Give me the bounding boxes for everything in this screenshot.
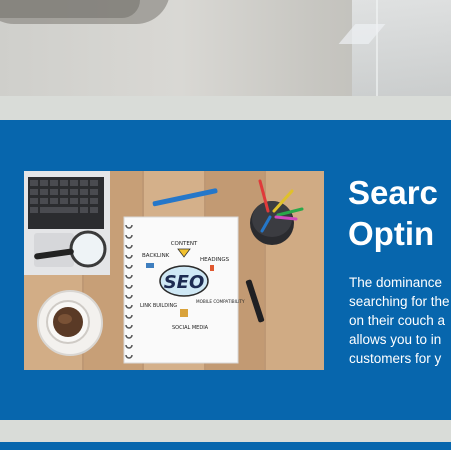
section-body-line-1: The dominance (349, 275, 443, 290)
label-mobile: MOBILE COMPATIBILITY (196, 299, 245, 304)
section-body: The dominance searching for the on their… (349, 273, 451, 368)
next-section-strip (0, 442, 451, 450)
section-title-line-2: Optin (348, 215, 435, 252)
section-body-line-3: on their couch a (349, 313, 446, 328)
label-backlink: BACKLINK (142, 253, 170, 259)
section-title-line-1: Searc (348, 174, 438, 211)
divider-band-bottom (0, 420, 451, 442)
label-link-building: LINK BUILDING (140, 303, 177, 309)
section-body-line-2: searching for the (349, 294, 450, 309)
seo-cloud-text: SEO (164, 272, 205, 293)
section-body-line-4: allows you to in (349, 332, 442, 347)
label-headings: HEADINGS (200, 257, 230, 263)
seo-illustration: SEO CONTENT BACKLINK HEADINGS LINK BUILD… (24, 171, 324, 370)
header-photo (0, 0, 451, 96)
section-title: Searc Optin (348, 172, 451, 254)
label-content: CONTENT (171, 241, 198, 247)
laptop-edge (0, 0, 140, 18)
section-body-line-5: customers for y (349, 351, 442, 366)
glass-highlight (376, 0, 451, 96)
divider-band-top (0, 96, 451, 120)
label-social-media: SOCIAL MEDIA (172, 325, 209, 331)
